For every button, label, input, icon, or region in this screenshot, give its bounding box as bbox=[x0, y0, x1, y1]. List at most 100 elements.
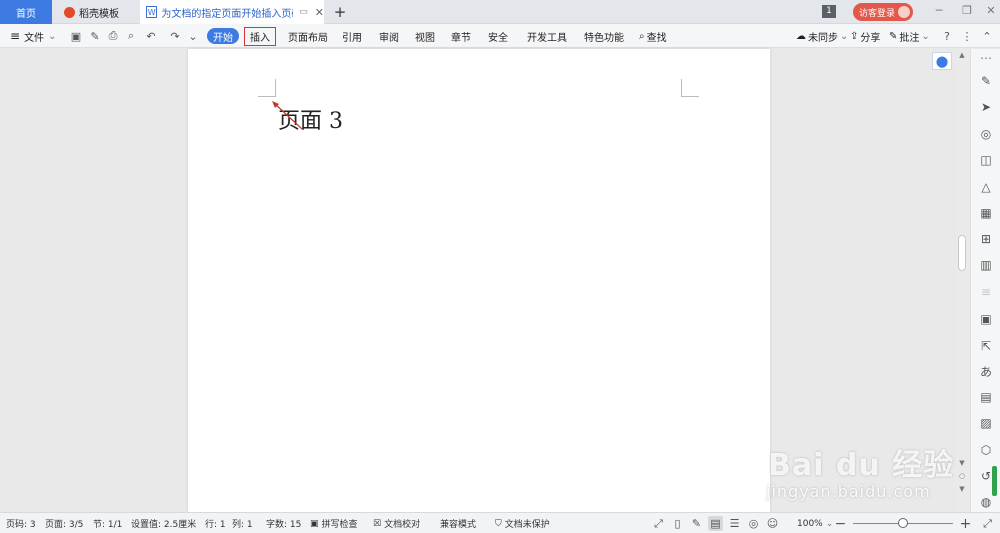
tab-document[interactable]: W 为文档的指定页面开始插入页码 ▭ ✕ bbox=[140, 0, 324, 24]
tab-insert[interactable]: 插入 bbox=[244, 27, 276, 46]
print-icon[interactable]: ⎙ bbox=[106, 29, 120, 43]
style-icon[interactable]: △ bbox=[978, 179, 994, 195]
save-icon[interactable]: ▣ bbox=[69, 29, 83, 43]
sync-button[interactable]: ☁ 未同步 ⌄ bbox=[796, 24, 848, 48]
web-view-icon[interactable]: ◎ bbox=[746, 516, 761, 531]
image-search-icon[interactable]: ▣ bbox=[978, 311, 994, 327]
status-page-code[interactable]: 页码: 3 bbox=[6, 513, 36, 533]
search-button[interactable]: ⌕ 查找 bbox=[639, 24, 667, 48]
page-select-icon[interactable]: ○ bbox=[956, 472, 968, 480]
share-icon: ⇪ bbox=[850, 30, 859, 42]
translate-icon[interactable]: あ bbox=[978, 363, 994, 379]
fit-page-icon[interactable]: ⤢ bbox=[980, 516, 995, 531]
prev-page-icon[interactable]: ▼ bbox=[956, 459, 968, 467]
customize-toolbar-icon[interactable]: ⌄ bbox=[186, 29, 200, 43]
pen-icon[interactable]: ✎ bbox=[978, 73, 994, 89]
status-page[interactable]: 页面: 3/5 bbox=[45, 513, 83, 533]
fullscreen-icon[interactable]: ⤢ bbox=[651, 516, 666, 531]
status-word-count[interactable]: 字数: 15 bbox=[266, 513, 301, 533]
select-cursor-icon[interactable]: ➤ bbox=[978, 99, 994, 115]
location-pin-icon[interactable]: ⬤ bbox=[932, 52, 952, 70]
comment-label: 批注 bbox=[899, 32, 920, 44]
next-page-icon[interactable]: ▼ bbox=[956, 485, 968, 493]
more-panel-icon[interactable]: ⋯ bbox=[978, 50, 994, 66]
zoom-out-icon[interactable]: − bbox=[833, 516, 848, 532]
share-button[interactable]: ⇪ 分享 bbox=[850, 24, 880, 48]
zoom-slider-knob[interactable] bbox=[898, 518, 908, 528]
zoom-level[interactable]: 100% ⌄ bbox=[797, 513, 833, 533]
read-mode-icon[interactable]: ▯ bbox=[670, 516, 685, 531]
help-icon[interactable]: ? bbox=[940, 29, 954, 43]
main-toolbar: ≡ 文件 ⌄ ▣ ✎ ⎙ ⌕ ↶ ↷ ⌄ 开始 插入 页面布局 引用 审阅 视图… bbox=[0, 24, 1000, 48]
comment-button[interactable]: ✎ 批注 ⌄ bbox=[889, 24, 930, 48]
print-preview-icon[interactable]: ⌕ bbox=[124, 29, 138, 43]
write-mode-icon[interactable]: ✎ bbox=[689, 516, 704, 531]
collapse-ribbon-icon[interactable]: ⌃ bbox=[980, 29, 994, 43]
visitor-login-button[interactable]: 访客登录 bbox=[853, 3, 913, 21]
doc-protect-button[interactable]: ⛉ 文档未保护 bbox=[495, 513, 550, 533]
scroll-up-icon[interactable]: ▲ bbox=[956, 51, 968, 59]
shield-icon[interactable]: ⬡ bbox=[978, 442, 994, 458]
vertical-scrollbar[interactable]: ▲ ▼ ○ ▼ bbox=[956, 49, 968, 512]
status-row[interactable]: 行: 1 bbox=[205, 513, 226, 533]
avatar bbox=[898, 6, 910, 18]
close-window-icon[interactable]: ✕ bbox=[982, 4, 1000, 17]
minimize-icon[interactable]: ─ bbox=[930, 4, 948, 17]
cloud-icon: ☁ bbox=[796, 30, 806, 42]
apps-icon[interactable]: ⊞ bbox=[978, 231, 994, 247]
search-label: 查找 bbox=[646, 32, 667, 44]
list-icon: ≡ bbox=[980, 285, 992, 299]
archive-icon[interactable]: ▤ bbox=[978, 389, 994, 405]
table-icon[interactable]: ▦ bbox=[978, 205, 994, 221]
tab-view[interactable]: 视图 bbox=[415, 24, 435, 48]
settings-icon[interactable]: ◍ bbox=[978, 494, 994, 510]
scrollbar-thumb[interactable] bbox=[958, 235, 966, 271]
panel-collapse-handle[interactable] bbox=[992, 466, 997, 496]
tab-home[interactable]: 首页 bbox=[0, 0, 52, 24]
tab-dev-tools[interactable]: 开发工具 bbox=[527, 24, 567, 48]
chevron-down-icon: ⌄ bbox=[921, 30, 930, 42]
margin-corner-top-left bbox=[258, 79, 276, 97]
page-view-icon[interactable]: ▤ bbox=[708, 516, 723, 531]
tab-template[interactable]: 稻壳模板 bbox=[56, 0, 138, 24]
picture-icon[interactable]: ▨ bbox=[978, 415, 994, 431]
file-menu[interactable]: ≡ 文件 ⌄ bbox=[10, 24, 56, 48]
visitor-login-label: 访客登录 bbox=[859, 8, 896, 19]
tab-review[interactable]: 审阅 bbox=[379, 24, 399, 48]
right-side-panel: ⋯ ✎ ➤ ◎ ◫ △ ▦ ⊞ ▥ ≡ ▣ ⇱ あ ▤ ▨ ⬡ ↺ ◍ bbox=[970, 49, 1000, 512]
tab-chapter[interactable]: 章节 bbox=[451, 24, 471, 48]
tab-security[interactable]: 安全 bbox=[488, 24, 508, 48]
tab-start[interactable]: 开始 bbox=[207, 28, 239, 44]
spell-check-button[interactable]: ▣ 拼写检查 bbox=[310, 513, 358, 533]
export-icon[interactable]: ⇱ bbox=[978, 338, 994, 354]
location-icon[interactable]: ◎ bbox=[978, 126, 994, 142]
screen-icon[interactable]: ▭ bbox=[299, 7, 308, 17]
restore-icon[interactable]: ❐ bbox=[958, 4, 976, 17]
notification-badge[interactable]: 1 bbox=[822, 5, 836, 18]
comment-icon: ✎ bbox=[889, 30, 898, 42]
shapes-icon[interactable]: ◫ bbox=[978, 152, 994, 168]
format-painter-icon[interactable]: ✎ bbox=[88, 29, 102, 43]
daoke-logo-icon bbox=[64, 6, 75, 18]
tab-page-layout[interactable]: 页面布局 bbox=[288, 24, 328, 48]
undo-icon[interactable]: ↶ bbox=[144, 29, 158, 43]
proof-icon: ☒ bbox=[373, 518, 382, 529]
chevron-down-icon: ⌄ bbox=[48, 30, 57, 42]
outline-view-icon[interactable]: ☰ bbox=[727, 516, 742, 531]
status-setting[interactable]: 设置值: 2.5厘米 bbox=[131, 513, 196, 533]
doc-proof-button[interactable]: ☒ 文档校对 bbox=[373, 513, 420, 533]
file-menu-label: 文件 bbox=[24, 32, 45, 44]
compat-mode-label: 兼容模式 bbox=[440, 520, 477, 530]
chart-icon[interactable]: ▥ bbox=[978, 257, 994, 273]
tab-features[interactable]: 特色功能 bbox=[584, 24, 624, 48]
new-tab-button[interactable]: + bbox=[330, 2, 350, 22]
status-column[interactable]: 列: 1 bbox=[232, 513, 253, 533]
more-options-icon[interactable]: ⋮ bbox=[960, 29, 974, 43]
zoom-in-icon[interactable]: + bbox=[958, 516, 973, 532]
eye-care-icon[interactable]: ☺ bbox=[765, 516, 780, 531]
tab-reference[interactable]: 引用 bbox=[342, 24, 362, 48]
status-section[interactable]: 节: 1/1 bbox=[93, 513, 122, 533]
redo-icon[interactable]: ↷ bbox=[168, 29, 182, 43]
hamburger-icon: ≡ bbox=[10, 29, 21, 43]
close-tab-icon[interactable]: ✕ bbox=[315, 6, 324, 19]
